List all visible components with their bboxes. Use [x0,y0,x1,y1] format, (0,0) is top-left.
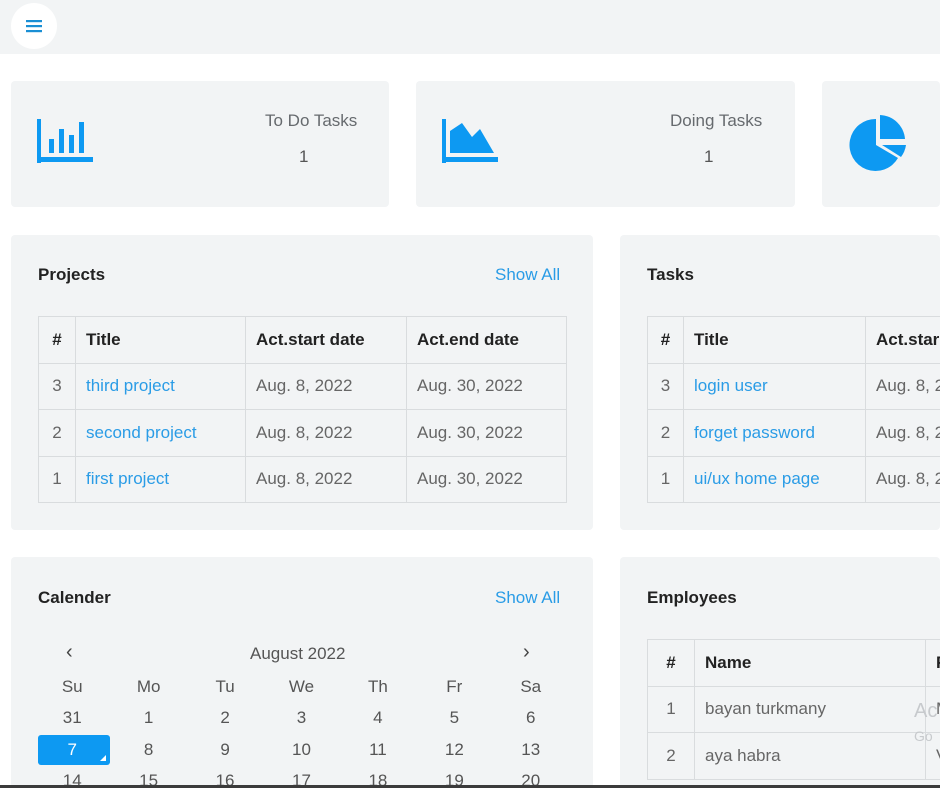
weekday-label: Th [367,677,388,696]
column-header: F [925,639,940,687]
stat-count: 1 [299,147,309,166]
project-title-link[interactable]: third project [75,362,246,410]
calendar-day[interactable]: 9 [187,740,263,760]
row-number: 1 [647,685,695,733]
row-number: 2 [38,409,76,457]
start-date: Aug. 8, 2022 [245,455,407,503]
tasks-table-clip: # Title Act.star 3 login user Aug. 8, 2 … [647,316,940,516]
start-date: Aug. 8, 2 [865,362,940,410]
weekday-label: Su [61,677,83,696]
column-header: # [38,316,76,364]
column-header: Title [75,316,246,364]
table-row: 3 login user Aug. 8, 2 [647,362,940,410]
calendar-day[interactable]: 10 [263,740,339,760]
column-header: # [647,316,684,364]
table-row: 3 third project Aug. 8, 2022 Aug. 30, 20… [38,362,567,410]
calendar-day[interactable]: 8 [110,740,186,760]
weekday-label: Fr [446,677,463,696]
task-title-link[interactable]: login user [683,362,866,410]
activation-watermark-sub: Go [914,728,933,744]
start-date: Aug. 8, 2022 [245,362,407,410]
pie-chart-icon [849,115,906,171]
area-chart-icon [442,119,498,163]
tasks-table: # Title Act.star 3 login user Aug. 8, 2 … [647,316,940,503]
calendar-month-label: August 2022 [250,644,346,663]
weekday-label: We [288,677,315,696]
table-row: 1 first project Aug. 8, 2022 Aug. 30, 20… [38,455,567,503]
bar-chart-icon [37,119,93,163]
column-header: Act.star [865,316,940,364]
end-date: Aug. 30, 2022 [406,455,567,503]
calendar-day[interactable]: 31 [34,708,110,728]
calendar-day-selected[interactable]: 7 [34,740,110,760]
start-date: Aug. 8, 2022 [245,409,407,457]
calendar-title: Calender [38,588,111,607]
calendar-next-icon[interactable]: › [523,641,530,664]
calendar-weekday-row: Su Mo Tu We Th Fr Sa [34,677,569,697]
hamburger-menu-icon [26,20,42,33]
hamburger-menu-button[interactable] [11,3,57,49]
task-title-link[interactable]: forget password [683,409,866,457]
row-number: 3 [38,362,76,410]
table-row: 2 forget password Aug. 8, 2 [647,409,940,457]
stat-card-todo [11,81,389,207]
row-number: 1 [647,455,684,503]
employees-title: Employees [647,588,737,607]
table-row: 2 aya habra V [647,732,940,780]
calendar-day[interactable]: 13 [493,740,569,760]
employee-name: aya habra [694,732,926,780]
weekday-label: Tu [215,677,235,696]
table-row: 1 ui/ux home page Aug. 8, 2 [647,455,940,503]
column-header: Name [694,639,926,687]
activation-watermark: Ac [914,700,938,722]
projects-table: # Title Act.start date Act.end date 3 th… [38,316,567,503]
calendar-week-row: 7 8 9 10 11 12 13 [34,740,569,760]
column-header: Act.start date [245,316,407,364]
weekday-label: Mo [136,677,161,696]
project-title-link[interactable]: first project [75,455,246,503]
table-header-row: # Name F [647,639,940,687]
employees-table-clip: # Name F 1 bayan turkmany M 2 aya habra … [647,639,940,785]
employee-name: bayan turkmany [694,685,926,733]
table-header-row: # Title Act.start date Act.end date [38,316,567,364]
projects-show-all-link[interactable]: Show All [495,265,560,285]
calendar-day[interactable]: 4 [340,708,416,728]
employees-table: # Name F 1 bayan turkmany M 2 aya habra … [647,639,940,780]
calendar-day[interactable]: 12 [416,740,492,760]
project-title-link[interactable]: second project [75,409,246,457]
calendar-day[interactable]: 3 [263,708,339,728]
row-number: 3 [647,362,684,410]
projects-title: Projects [38,265,106,284]
task-title-link[interactable]: ui/ux home page [683,455,866,503]
calendar-day[interactable]: 5 [416,708,492,728]
top-bar [0,0,940,54]
table-row: 1 bayan turkmany M [647,685,940,733]
calendar-prev-icon[interactable]: ‹ [66,641,73,664]
end-date: Aug. 30, 2022 [406,362,567,410]
table-row: 2 second project Aug. 8, 2022 Aug. 30, 2… [38,409,567,457]
calendar-day[interactable]: 1 [110,708,186,728]
calendar-show-all-link[interactable]: Show All [495,588,560,608]
end-date: Aug. 30, 2022 [406,409,567,457]
start-date: Aug. 8, 2 [865,455,940,503]
stat-title: Doing Tasks [670,111,763,130]
row-number: 1 [38,455,76,503]
calendar-day[interactable]: 11 [340,740,416,760]
weekday-label: Sa [520,677,542,696]
column-header: Title [683,316,866,364]
stat-card-doing [416,81,795,207]
tasks-title: Tasks [647,265,694,284]
calendar-day[interactable]: 2 [187,708,263,728]
start-date: Aug. 8, 2 [865,409,940,457]
table-header-row: # Title Act.star [647,316,940,364]
stat-count: 1 [704,147,714,166]
row-number: 2 [647,409,684,457]
row-number: 2 [647,732,695,780]
column-header: # [647,639,695,687]
column-header: Act.end date [406,316,567,364]
calendar-day[interactable]: 6 [493,708,569,728]
calendar-week-row: 31 1 2 3 4 5 6 [34,708,569,728]
stat-title: To Do Tasks [265,111,358,130]
stat-card-third [822,81,940,207]
